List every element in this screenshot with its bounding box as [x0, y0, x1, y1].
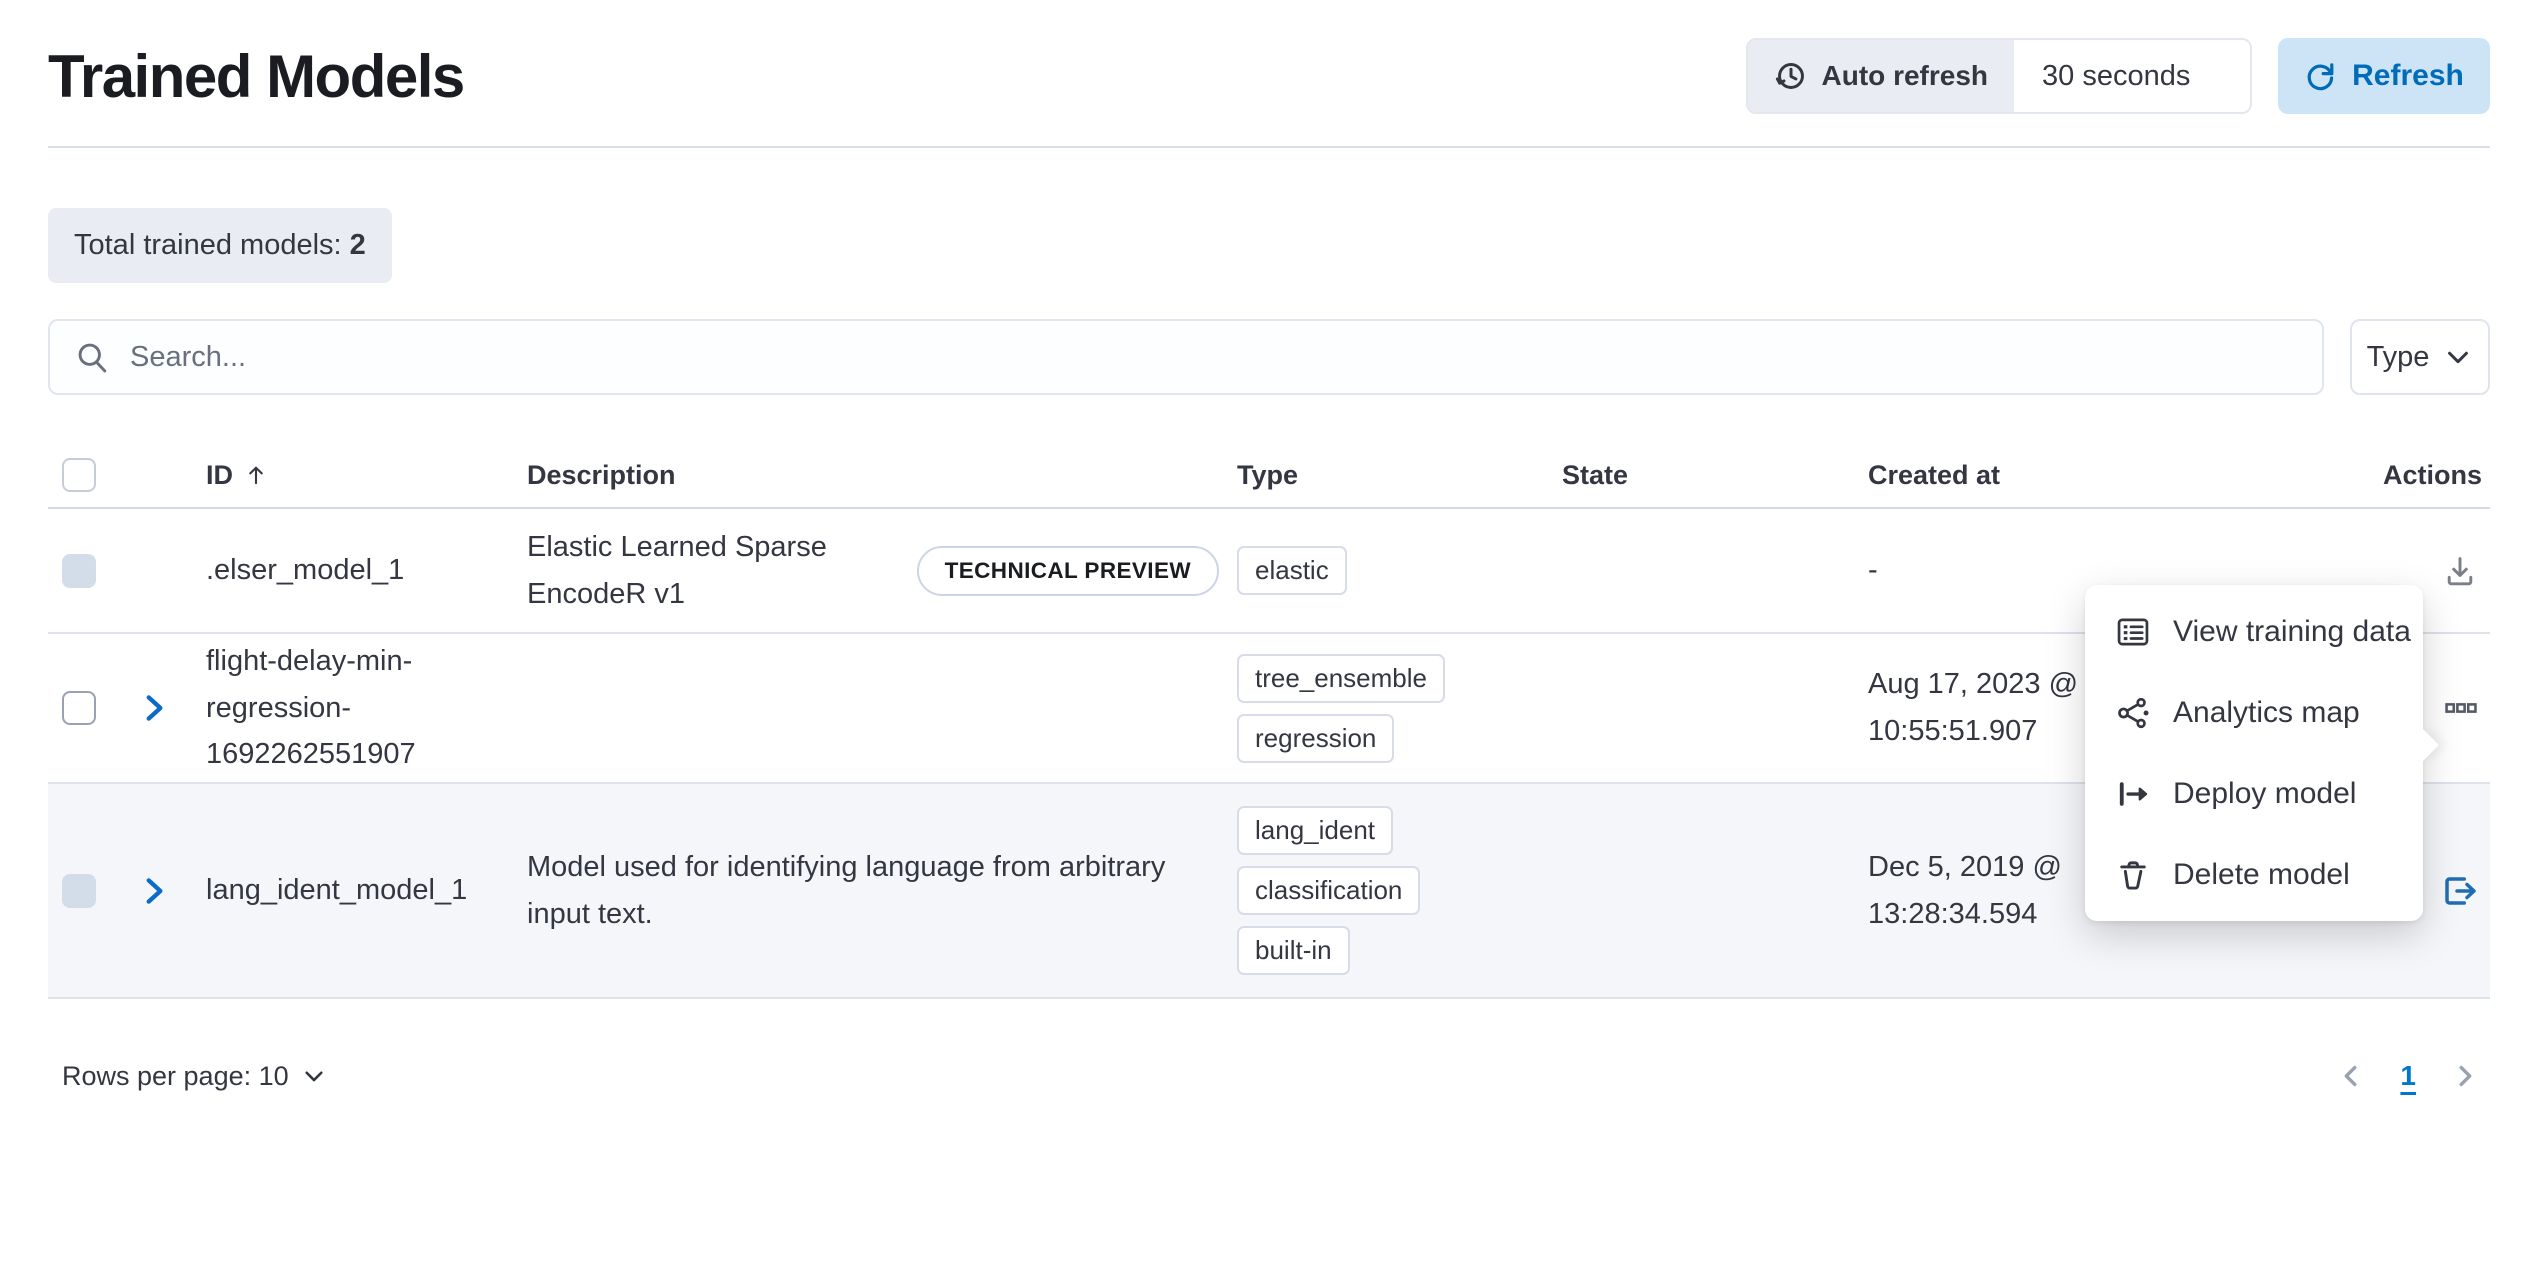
page-title: Trained Models: [48, 42, 464, 111]
technical-preview-badge: TECHNICAL PREVIEW: [917, 546, 1219, 596]
export-model-button[interactable]: [2434, 867, 2482, 915]
total-models-badge: Total trained models: 2: [48, 208, 392, 283]
row-checkbox: [62, 554, 96, 588]
type-tag: elastic: [1237, 546, 1347, 595]
row-checkbox[interactable]: [62, 691, 96, 725]
refresh-interval-value[interactable]: 30 seconds: [2014, 40, 2250, 112]
rows-per-page-button[interactable]: Rows per page: 10: [48, 1061, 327, 1092]
page-header: Trained Models Auto refresh 30 seconds: [48, 0, 2490, 114]
auto-refresh-label: Auto refresh: [1822, 60, 1988, 92]
type-tag: built-in: [1237, 926, 1350, 975]
column-header-id[interactable]: ID: [194, 460, 514, 491]
column-header-state[interactable]: State: [1549, 460, 1855, 491]
trained-models-page: Trained Models Auto refresh 30 seconds: [0, 0, 2538, 1264]
model-description: Model used for identifying language from…: [527, 844, 1217, 938]
menu-item-label: Deploy model: [2173, 777, 2356, 811]
analytics-map-icon: [2115, 695, 2151, 731]
type-tag: classification: [1237, 866, 1420, 915]
auto-refresh-control: Auto refresh 30 seconds: [1746, 38, 2252, 114]
expand-row-button[interactable]: [134, 871, 174, 911]
menu-item-label: Delete model: [2173, 858, 2350, 892]
chevron-right-icon: [137, 874, 171, 908]
sort-ascending-icon: [243, 462, 269, 488]
deploy-model-icon: [2115, 776, 2151, 812]
model-id: lang_ident_model_1: [194, 867, 444, 914]
search-row: Type: [48, 319, 2490, 395]
header-controls: Auto refresh 30 seconds Refresh: [1746, 38, 2490, 114]
total-models-value: 2: [350, 229, 366, 261]
row-checkbox: [62, 874, 96, 908]
refresh-button-label: Refresh: [2352, 59, 2464, 93]
download-icon: [2442, 553, 2478, 589]
model-description: Elastic Learned Sparse EncodeR v1: [527, 524, 853, 618]
time-refresh-icon: [1774, 59, 1808, 93]
column-header-description[interactable]: Description: [514, 460, 1219, 491]
next-page-button[interactable]: [2446, 1057, 2484, 1095]
type-tag: tree_ensemble: [1237, 654, 1445, 703]
chevron-left-icon: [2336, 1061, 2366, 1091]
chevron-down-icon: [301, 1063, 327, 1089]
header-divider: [48, 146, 2490, 148]
column-header-created-at[interactable]: Created at: [1855, 460, 2277, 491]
chevron-right-icon: [137, 691, 171, 725]
model-id: .elser_model_1: [194, 547, 444, 594]
pagination: 1: [2332, 1057, 2490, 1095]
type-tag: lang_ident: [1237, 806, 1393, 855]
rows-per-page-label: Rows per page: 10: [62, 1061, 289, 1092]
refresh-button[interactable]: Refresh: [2278, 38, 2490, 114]
model-created-at: -: [1868, 547, 1878, 594]
menu-item-label: Analytics map: [2173, 696, 2360, 730]
search-icon: [74, 339, 110, 375]
page-number-1[interactable]: 1: [2400, 1060, 2416, 1092]
expand-row-button[interactable]: [134, 688, 174, 728]
menu-item-view-training-data[interactable]: View training data: [2085, 591, 2423, 672]
total-models-label: Total trained models:: [74, 229, 342, 261]
select-all-checkbox[interactable]: [62, 458, 96, 492]
refresh-icon: [2304, 60, 2336, 92]
chevron-right-icon: [2450, 1061, 2480, 1091]
column-header-actions: Actions: [2277, 460, 2490, 491]
chevron-down-icon: [2443, 342, 2473, 372]
type-tag: regression: [1237, 714, 1394, 763]
previous-page-button[interactable]: [2332, 1057, 2370, 1095]
table-footer: Rows per page: 10 1: [48, 1057, 2490, 1095]
download-model-button[interactable]: [2438, 549, 2482, 593]
search-box: [48, 319, 2324, 395]
type-filter-button[interactable]: Type: [2350, 319, 2490, 395]
delete-model-icon: [2115, 857, 2151, 893]
actions-context-menu: View training data Analytics map Deploy …: [2085, 585, 2423, 921]
auto-refresh-button[interactable]: Auto refresh: [1748, 40, 2014, 112]
view-training-data-icon: [2115, 614, 2151, 650]
model-id: flight-delay-min-regression-169226255190…: [194, 638, 444, 779]
search-input[interactable]: [130, 341, 2298, 374]
menu-item-deploy-model[interactable]: Deploy model: [2085, 753, 2423, 834]
column-header-type[interactable]: Type: [1219, 460, 1549, 491]
table-header-row: ID Description Type State Created at Act…: [48, 443, 2490, 509]
menu-item-analytics-map[interactable]: Analytics map: [2085, 672, 2423, 753]
more-actions-button[interactable]: [2440, 687, 2482, 729]
type-filter-label: Type: [2367, 341, 2430, 374]
menu-item-delete-model[interactable]: Delete model: [2085, 834, 2423, 915]
menu-item-label: View training data: [2173, 615, 2411, 649]
more-actions-icon: [2444, 691, 2478, 725]
export-icon: [2438, 871, 2478, 911]
